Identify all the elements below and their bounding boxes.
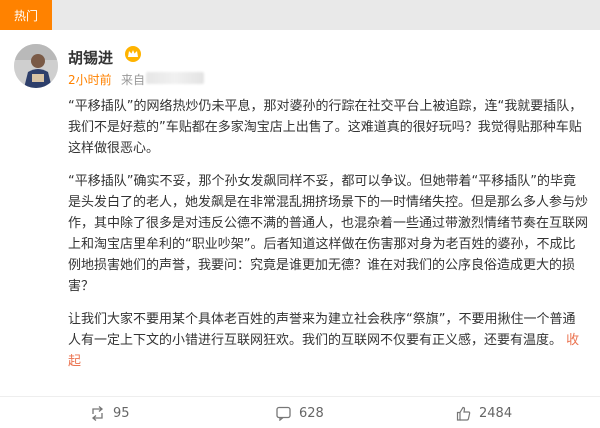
post-paragraph-3-text: 让我们大家不要用某个具体老百姓的声誉来为建立社会秩序“祭旗”，不要用揪住一个普通… [68, 312, 576, 348]
repost-icon [91, 405, 104, 421]
post-source-prefix: 来自 [121, 73, 146, 87]
comment-button[interactable]: 628 [276, 397, 324, 428]
post-action-bar: 95 628 2484 [0, 396, 600, 428]
user-name[interactable]: 胡锡进 [68, 47, 113, 68]
post-time[interactable]: 2小时前 [68, 71, 112, 88]
avatar[interactable] [14, 44, 58, 88]
tab-hot[interactable]: 热门 [0, 0, 52, 30]
like-button[interactable]: 2484 [456, 397, 512, 428]
top-tab-bar: 热门 [0, 0, 600, 30]
vip-crown-icon [125, 46, 141, 62]
comment-count: 628 [299, 405, 324, 421]
repost-button[interactable]: 95 [90, 397, 130, 428]
post-paragraph-2: “平移插队”确实不妥，那个孙女发飙同样不妥，都可以争议。但她带着“平移插队”的毕… [68, 174, 589, 294]
post-paragraph-3: 让我们大家不要用某个具体老百姓的声誉来为建立社会秩序“祭旗”，不要用揪住一个普通… [68, 309, 588, 372]
comment-icon [276, 406, 291, 421]
like-count: 2484 [479, 405, 513, 421]
post-source-blurred [146, 72, 204, 84]
post-header: 胡锡进 2小时前 来自 [0, 30, 600, 94]
post-paragraph-1: “平移插队”的网络热炒仍未平息，那对婆孙的行踪在社交平台上被追踪，连“我就要插队… [68, 99, 583, 156]
avatar-photo-icon [14, 44, 58, 88]
like-thumb-icon [456, 406, 471, 421]
repost-count: 95 [113, 405, 130, 421]
post-body: “平移插队”的网络热炒仍未平息，那对婆孙的行踪在社交平台上被追踪，连“我就要插队… [68, 96, 588, 384]
